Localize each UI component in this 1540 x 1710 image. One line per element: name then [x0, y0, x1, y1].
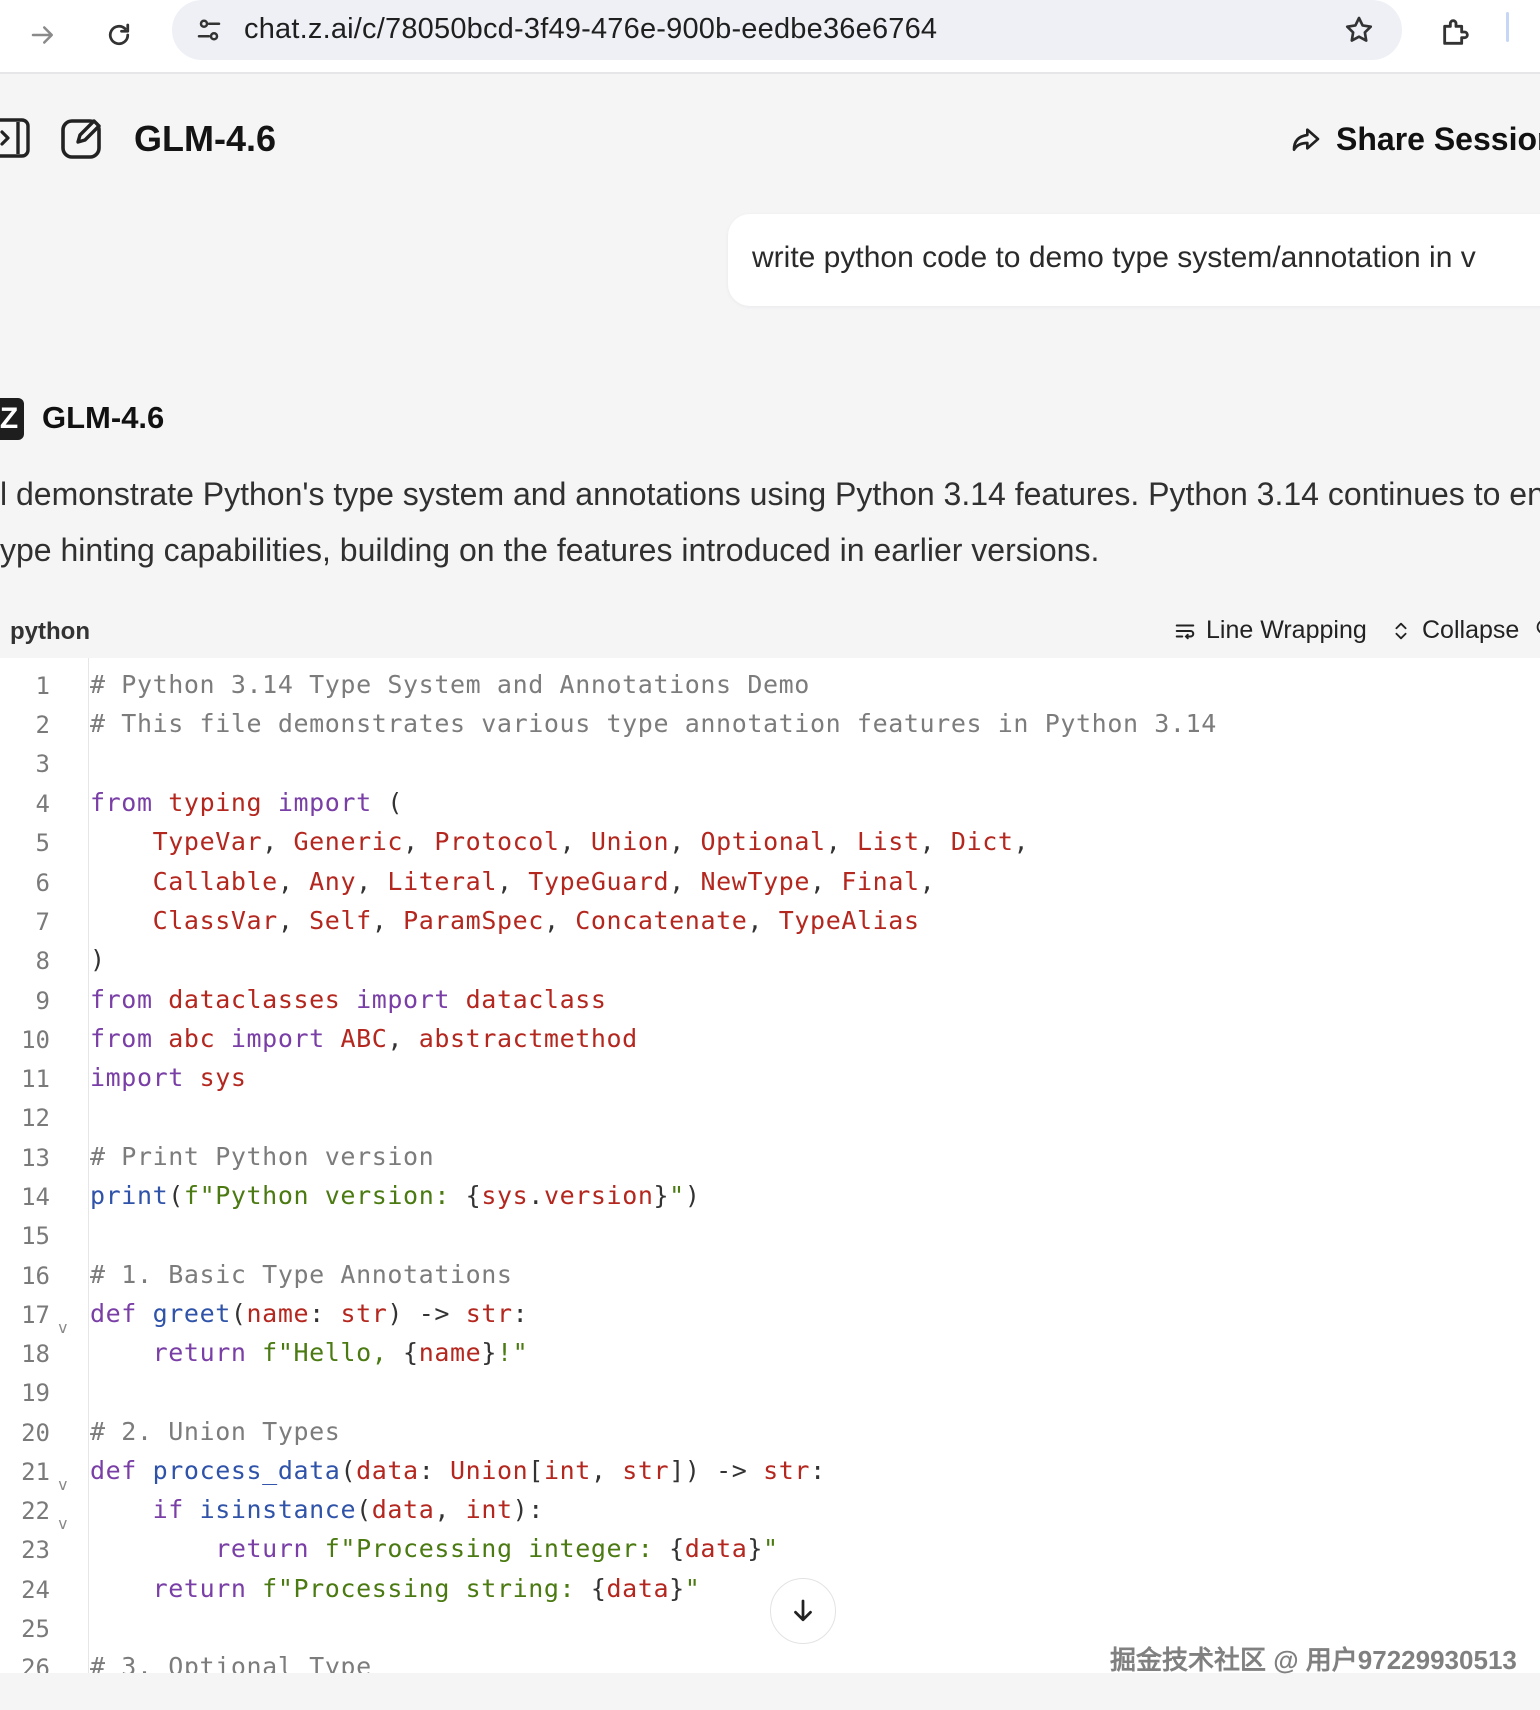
code-line: # 3. Optional Type: [90, 1652, 372, 1673]
fold-toggle[interactable]: v: [58, 1318, 68, 1337]
code-line: return f"Hello, {name}!": [152, 1338, 529, 1367]
code-line: return f"Processing integer: {data}": [215, 1534, 779, 1563]
collapse-button[interactable]: Collapse: [1392, 616, 1519, 645]
edit-icon: [61, 119, 101, 159]
arrow-down-icon: [794, 1599, 812, 1622]
user-message-text: write python code to demo type system/an…: [752, 241, 1476, 274]
line-number: 10: [21, 1026, 50, 1054]
code-line: from dataclasses import dataclass: [90, 985, 607, 1014]
line-number: 2: [35, 711, 50, 739]
code-line: return f"Processing string: {data}": [152, 1574, 701, 1603]
sidebar-toggle-button[interactable]: [0, 116, 32, 160]
chevron-updown-icon: [1395, 622, 1407, 639]
code-line: # Print Python version: [90, 1142, 435, 1171]
url-text[interactable]: chat.z.ai/c/78050bcd-3f49-476e-900b-eedb…: [244, 13, 937, 46]
code-line: Callable, Any, Literal, TypeGuard, NewTy…: [152, 867, 936, 896]
page-bottom: [0, 1692, 1540, 1710]
scroll-to-bottom-button[interactable]: [770, 1578, 836, 1644]
code-line: print(f"Python version: {sys.version}"): [90, 1181, 701, 1210]
line-wrapping-button[interactable]: Line Wrapping: [1174, 616, 1367, 645]
line-number: 17: [21, 1301, 50, 1329]
code-line: # This file demonstrates various type an…: [90, 709, 1217, 738]
fold-toggle[interactable]: v: [58, 1475, 68, 1494]
assistant-name: GLM-4.6: [42, 400, 165, 435]
code-editor[interactable]: 1 2 3 4 5 6 7 8 9 10 11 12 13 14 15 16 1…: [0, 658, 1540, 1673]
line-number: 6: [35, 869, 50, 897]
code-line: # 2. Union Types: [90, 1417, 341, 1446]
line-number: 26: [21, 1654, 50, 1673]
extensions-button[interactable]: [1428, 6, 1484, 58]
model-title[interactable]: GLM-4.6: [134, 118, 276, 160]
line-number: 16: [21, 1262, 50, 1290]
code-line: ClassVar, Self, ParamSpec, Concatenate, …: [152, 906, 920, 935]
line-number: 14: [21, 1183, 50, 1211]
line-number: 9: [35, 987, 50, 1015]
reload-button[interactable]: [94, 10, 144, 60]
line-number: 19: [21, 1379, 50, 1407]
line-number: 22: [21, 1497, 50, 1525]
code-line: def process_data(data: Union[int, str]) …: [90, 1456, 826, 1485]
code-language-label: python: [10, 618, 90, 645]
code-line: # 1. Basic Type Annotations: [90, 1260, 513, 1289]
site-info-button[interactable]: [184, 5, 234, 55]
line-number: 20: [21, 1419, 50, 1447]
line-number: 12: [21, 1104, 50, 1132]
forward-button[interactable]: [18, 10, 68, 60]
wrap-lines-icon: [1175, 623, 1195, 639]
watermark: 掘金技术社区 @ 用户97229930513: [1110, 1645, 1517, 1675]
copy-button[interactable]: [1534, 616, 1540, 638]
share-icon: [1292, 128, 1320, 151]
share-session-label: Share Session: [1336, 120, 1540, 157]
code-line: TypeVar, Generic, Protocol, Union, Optio…: [152, 827, 1030, 856]
arrow-right-icon: [31, 26, 53, 44]
tune-icon: [197, 19, 221, 41]
line-number: 4: [35, 790, 50, 818]
bookmark-button[interactable]: [1334, 5, 1384, 55]
reload-icon: [108, 23, 130, 46]
line-wrapping-label: Line Wrapping: [1206, 616, 1367, 644]
sidebar-toggle-icon: [0, 118, 30, 158]
code-line: ): [90, 945, 106, 974]
user-message-bubble: write python code to demo type system/an…: [728, 214, 1540, 306]
code-line: import sys: [90, 1063, 247, 1092]
line-number: 13: [21, 1144, 50, 1172]
fold-toggle[interactable]: v: [58, 1514, 68, 1533]
line-number: 1: [35, 672, 50, 700]
answer-text-line: l demonstrate Python's type system and a…: [0, 476, 1540, 512]
line-number: 15: [21, 1222, 50, 1250]
line-number: 3: [35, 750, 50, 778]
code-block-header: python Line Wrapping Collapse: [0, 610, 1540, 656]
line-number: 23: [21, 1536, 50, 1564]
new-chat-button[interactable]: [58, 114, 106, 162]
code-line: if isinstance(data, int):: [152, 1495, 544, 1524]
line-number: 5: [35, 829, 50, 857]
line-number: 7: [35, 908, 50, 936]
code-line: from abc import ABC, abstractmethod: [90, 1024, 638, 1053]
browser-toolbar: chat.z.ai/c/78050bcd-3f49-476e-900b-eedb…: [0, 0, 1540, 74]
share-session-button[interactable]: Share Session: [1290, 114, 1540, 164]
assistant-logo: Z: [0, 398, 24, 440]
app-header: GLM-4.6 Share Session: [0, 74, 1540, 204]
answer-text-line: ype hinting capabilities, building on th…: [0, 532, 1100, 568]
copy-icon: [1536, 620, 1540, 634]
line-number-gutter: 1 2 3 4 5 6 7 8 9 10 11 12 13 14 15 16 1…: [0, 658, 89, 1673]
puzzle-icon: [1443, 19, 1469, 45]
line-number: 21: [21, 1458, 50, 1486]
line-number: 8: [35, 947, 50, 975]
line-number: 18: [21, 1340, 50, 1368]
star-icon: [1345, 16, 1373, 42]
code-line: from typing import (: [90, 788, 404, 817]
line-number: 25: [21, 1615, 50, 1643]
line-number: 11: [21, 1065, 50, 1093]
toolbar-divider: [1506, 12, 1509, 42]
code-line: def greet(name: str) -> str:: [90, 1299, 529, 1328]
line-number: 24: [21, 1576, 50, 1604]
address-bar[interactable]: chat.z.ai/c/78050bcd-3f49-476e-900b-eedb…: [172, 0, 1402, 60]
collapse-label: Collapse: [1422, 616, 1520, 644]
code-line: # Python 3.14 Type System and Annotation…: [90, 670, 810, 699]
